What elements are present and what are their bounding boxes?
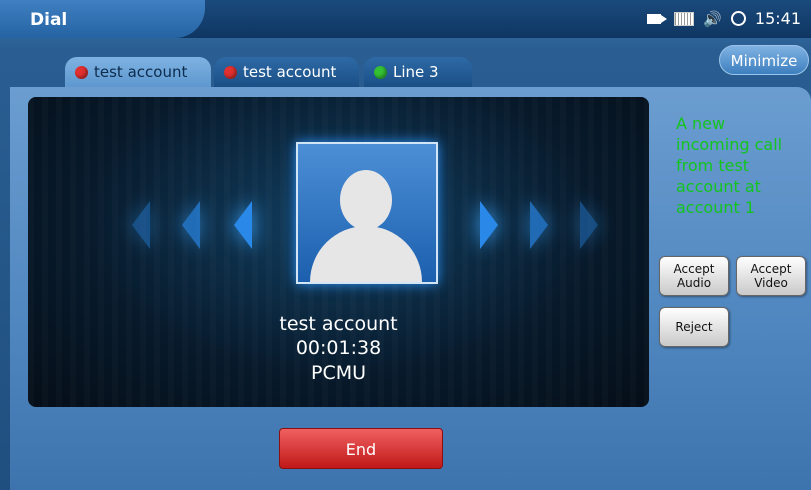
camera-icon <box>647 13 668 24</box>
call-duration: 00:01:38 <box>295 337 382 359</box>
sync-icon <box>730 11 746 26</box>
call-stage: test account 00:01:38 PCMU <box>28 97 649 407</box>
reject-label: Reject <box>675 320 713 334</box>
tab-line-3[interactable]: Line 3 <box>364 57 472 87</box>
tab-line-2[interactable]: test account <box>214 57 359 87</box>
speaker-icon: 🔊 <box>703 9 722 28</box>
title-tab: Dial <box>0 0 205 38</box>
tab-label: test account <box>243 63 337 81</box>
call-codec: PCMU <box>310 362 367 384</box>
accept-audio-button[interactable]: Accept Audio <box>659 256 729 296</box>
top-bar: Dial 🔊 15:41 <box>0 0 811 38</box>
status-red-dot-icon <box>224 65 237 79</box>
tab-label: Line 3 <box>393 63 439 81</box>
tab-line-1[interactable]: test account <box>65 57 211 87</box>
caller-avatar <box>296 142 438 284</box>
chevron-left-icon <box>132 201 150 249</box>
avatar-body <box>310 226 422 282</box>
chevron-left-icon <box>182 201 200 249</box>
incoming-call-message: A new incoming call from test account at… <box>676 114 783 217</box>
status-green-dot-icon <box>374 65 387 79</box>
status-bar: 🔊 15:41 <box>647 9 801 28</box>
accept-video-label: Accept Video <box>750 262 792 290</box>
chevron-left-icon <box>234 201 252 249</box>
status-red-dot-icon <box>75 65 88 79</box>
caller-name: test account <box>279 313 398 335</box>
tab-label: test account <box>94 63 188 81</box>
accept-audio-label: Accept Audio <box>673 262 715 290</box>
chevron-right-icon <box>580 201 598 249</box>
window-title: Dial <box>30 10 68 30</box>
dial-window: Dial 🔊 15:41 test account test account L… <box>0 0 811 490</box>
minimize-button[interactable]: Minimize <box>719 45 809 75</box>
avatar-head <box>340 170 392 230</box>
clock: 15:41 <box>754 9 801 28</box>
chevron-right-icon <box>530 201 548 249</box>
reject-button[interactable]: Reject <box>659 307 729 347</box>
chevron-right-icon <box>480 201 498 249</box>
keyboard-icon <box>674 11 695 26</box>
accept-video-button[interactable]: Accept Video <box>736 256 806 296</box>
end-call-button[interactable]: End <box>279 428 443 469</box>
